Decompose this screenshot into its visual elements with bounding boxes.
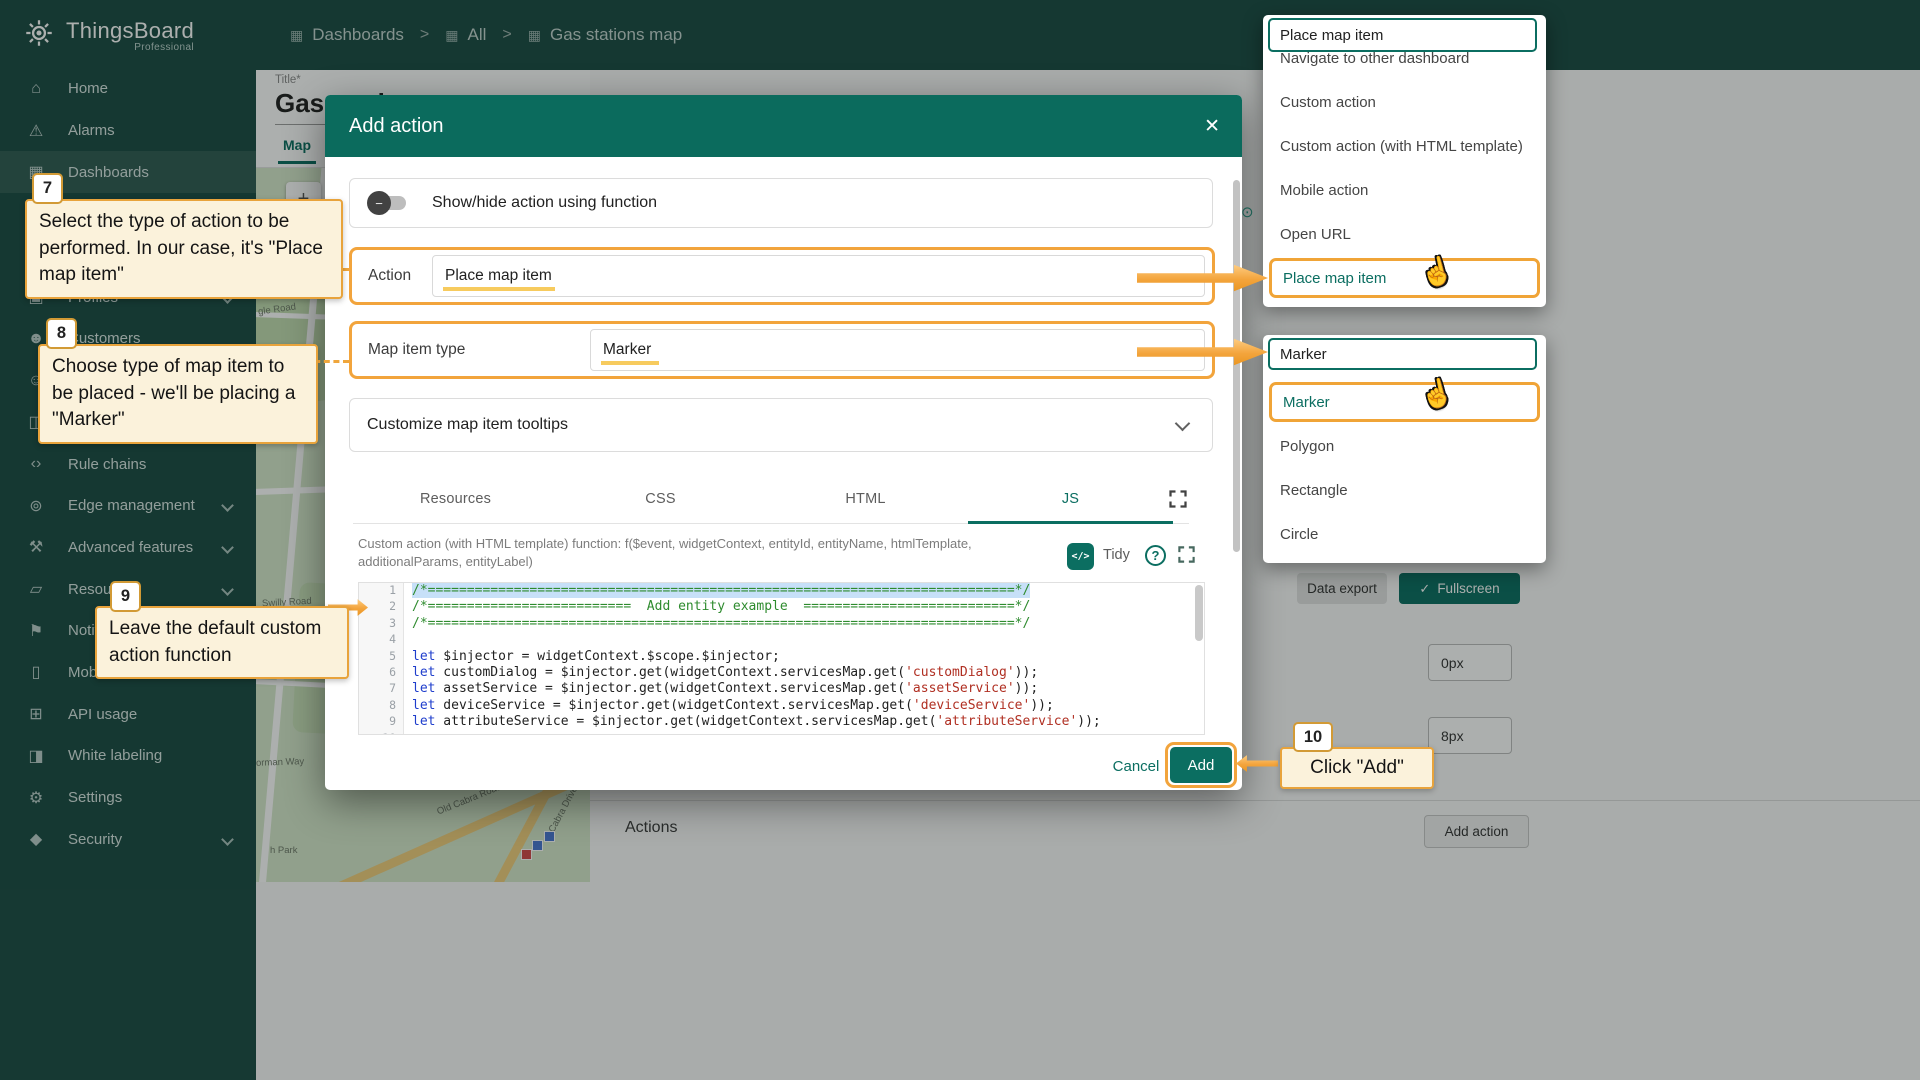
tab-js[interactable]: JS xyxy=(968,475,1173,523)
dialog-header: Add action xyxy=(325,95,1242,157)
map-item-type-label: Map item type xyxy=(368,341,590,359)
dropdown-option[interactable]: Polygon xyxy=(1263,424,1546,468)
map-item-type-value: Marker xyxy=(603,341,651,359)
tab-html[interactable]: HTML xyxy=(763,475,968,523)
editor-tabs: ResourcesCSSHTMLJS xyxy=(353,475,1189,524)
code-line: let customDialog = $injector.get(widgetC… xyxy=(404,665,1204,681)
callout-step-7: Select the type of action to be performe… xyxy=(25,199,343,299)
line-number: 10 xyxy=(359,731,403,735)
action-type-dropdown: Place map item Navigate to other dashboa… xyxy=(1263,15,1546,307)
code-line: let $injector = widgetContext.$scope.$in… xyxy=(404,649,1204,665)
line-number: 1 xyxy=(359,583,403,599)
code-object-icon[interactable]: </> xyxy=(1067,543,1094,570)
line-number: 6 xyxy=(359,665,403,681)
action-dropdown-options: Navigate to other dashboardCustom action… xyxy=(1263,15,1546,307)
dropdown-option[interactable]: Custom action xyxy=(1263,80,1546,124)
expand-editor-icon[interactable] xyxy=(1177,545,1197,565)
callout-step-9: Leave the default custom action function xyxy=(95,606,349,679)
dropdown-option[interactable]: Open URL xyxy=(1263,212,1546,256)
code-line: let assetService = $injector.get(widgetC… xyxy=(404,681,1204,697)
callout-step-8-badge: 8 xyxy=(46,318,77,349)
map-item-type-search-input[interactable]: Marker xyxy=(1268,338,1537,370)
dialog-scrollbar[interactable] xyxy=(1233,180,1240,552)
line-number: 9 xyxy=(359,714,403,730)
add-button[interactable]: Add xyxy=(1170,747,1232,783)
add-button-highlight: Add xyxy=(1165,742,1237,788)
thingsboard-app: ThingsBoard Professional ⌂Home⚠Alarms▦Da… xyxy=(0,0,1920,1080)
toggle-switch[interactable] xyxy=(370,196,406,210)
help-icon[interactable] xyxy=(1145,545,1166,566)
line-number: 7 xyxy=(359,681,403,697)
code-editor[interactable]: 12345678910 /*==========================… xyxy=(358,582,1205,735)
code-line: /*======================================… xyxy=(404,583,1204,599)
action-field-highlight: Action Place map item xyxy=(349,247,1215,305)
action-input[interactable]: Place map item xyxy=(432,255,1205,297)
line-number: 8 xyxy=(359,698,403,714)
show-hide-toggle-row: Show/hide action using function xyxy=(349,178,1213,228)
line-number: 4 xyxy=(359,632,403,648)
code-line: let attributeService = $injector.get(wid… xyxy=(404,714,1204,730)
customize-tooltips-panel[interactable]: Customize map item tooltips xyxy=(349,398,1213,452)
code-line: let deviceService = $injector.get(widget… xyxy=(404,698,1204,714)
dialog-title: Add action xyxy=(349,115,444,138)
dropdown-option[interactable]: Mobile action xyxy=(1263,168,1546,212)
signature-line-1: Custom action (with HTML template) funct… xyxy=(358,535,1008,553)
callout-step-10: Click "Add" xyxy=(1280,747,1434,789)
tidy-button[interactable]: Tidy xyxy=(1103,547,1130,563)
code-line xyxy=(404,632,1204,648)
line-number: 3 xyxy=(359,616,403,632)
chevron-down-icon xyxy=(1175,416,1191,432)
dropdown-option[interactable]: Circle xyxy=(1263,512,1546,556)
callout-step-9-badge: 9 xyxy=(110,581,141,612)
code-line xyxy=(404,731,1204,735)
code-gutter: 12345678910 xyxy=(359,583,404,734)
map-item-type-field-highlight: Map item type Marker xyxy=(349,321,1215,379)
toggle-knob xyxy=(367,191,391,215)
toggle-label: Show/hide action using function xyxy=(432,194,657,212)
tab-resources[interactable]: Resources xyxy=(353,475,558,523)
line-number: 5 xyxy=(359,649,403,665)
code-line: /*======================================… xyxy=(404,616,1204,632)
action-type-input[interactable]: Place map item xyxy=(1268,18,1537,52)
close-icon[interactable] xyxy=(1204,115,1220,138)
dropdown-option-selected[interactable]: Marker xyxy=(1269,382,1540,422)
underline-mark xyxy=(443,287,555,291)
signature-line-2: additionalParams, entityLabel) xyxy=(358,553,1008,571)
action-label: Action xyxy=(368,267,432,285)
add-action-dialog: Add action Show/hide action using functi… xyxy=(325,95,1242,790)
callout-step-10-badge: 10 xyxy=(1293,722,1333,752)
action-value: Place map item xyxy=(445,267,552,285)
map-item-type-input[interactable]: Marker xyxy=(590,329,1205,371)
code-line: /*========================== Add entity … xyxy=(404,599,1204,615)
function-signature: Custom action (with HTML template) funct… xyxy=(358,535,1008,571)
expand-tabs-icon[interactable] xyxy=(1168,489,1190,511)
customize-tooltips-label: Customize map item tooltips xyxy=(367,416,568,434)
map-item-type-dropdown: Marker MarkerPolygonRectangleCircle xyxy=(1263,335,1546,563)
cancel-button[interactable]: Cancel xyxy=(1101,748,1171,784)
dropdown-option[interactable]: Rectangle xyxy=(1263,468,1546,512)
editor-scrollbar[interactable] xyxy=(1195,585,1203,641)
underline-mark xyxy=(601,361,659,365)
callout-step-8: Choose type of map item to be placed - w… xyxy=(38,344,318,444)
dropdown-option-selected[interactable]: Place map item xyxy=(1269,258,1540,298)
code-lines[interactable]: /*======================================… xyxy=(404,583,1204,735)
callout-step-7-badge: 7 xyxy=(32,173,63,204)
tab-css[interactable]: CSS xyxy=(558,475,763,523)
dropdown-option[interactable]: Custom action (with HTML template) xyxy=(1263,124,1546,168)
active-tab-indicator xyxy=(968,521,1173,524)
